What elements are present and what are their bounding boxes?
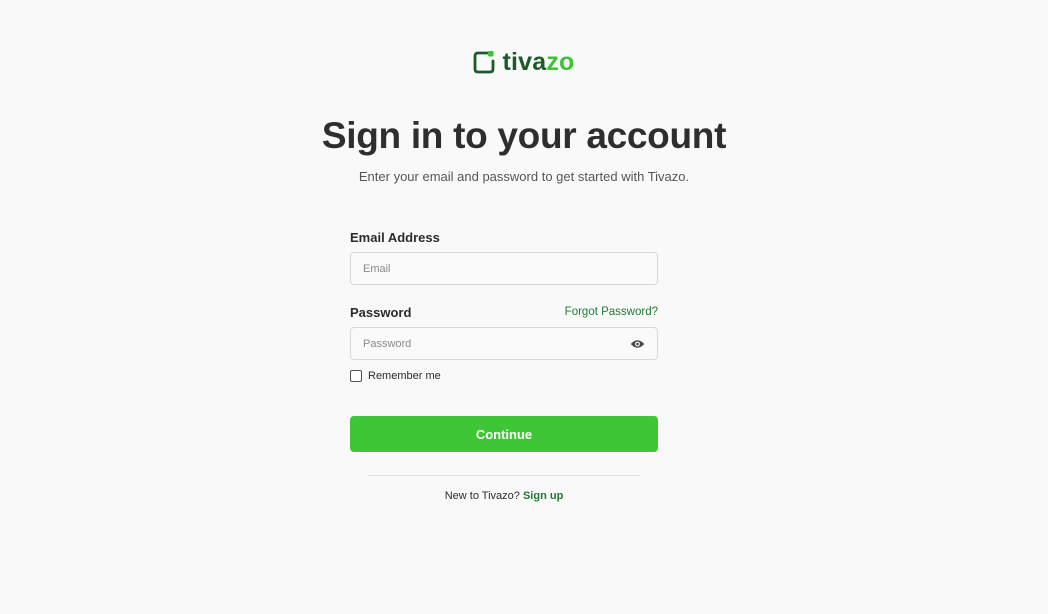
brand-name: tivazo — [502, 48, 574, 76]
password-label-row: Password Forgot Password? — [350, 303, 658, 321]
page-title: Sign in to your account — [321, 115, 727, 156]
brand-name-part-b: zo — [546, 48, 575, 76]
logo-square-icon — [474, 51, 495, 74]
remember-me-row: Remember me — [350, 369, 658, 383]
brand-name-part-a: tiva — [502, 48, 547, 76]
sign-in-page: tivazo Sign in to your account Enter you… — [0, 0, 1048, 614]
brand-logo: tivazo — [0, 48, 1048, 76]
password-label: Password — [350, 304, 412, 320]
password-input[interactable] — [351, 328, 657, 359]
page-subtitle: Enter your email and password to get sta… — [358, 169, 690, 184]
sign-in-form: Email Address Password Forgot Password? … — [350, 228, 658, 502]
eye-icon[interactable] — [630, 338, 645, 350]
password-field-wrapper — [350, 327, 658, 360]
email-input[interactable] — [351, 253, 657, 284]
email-field-wrapper — [350, 252, 658, 285]
email-label-row: Email Address — [350, 228, 658, 246]
continue-button[interactable]: Continue — [350, 416, 658, 452]
forgot-password-link[interactable]: Forgot Password? — [565, 306, 658, 318]
remember-me-label: Remember me — [368, 370, 441, 382]
signup-row: New to Tivazo? Sign up — [350, 490, 658, 502]
divider — [368, 475, 640, 476]
signup-link[interactable]: Sign up — [523, 490, 563, 502]
remember-me-checkbox[interactable] — [350, 370, 362, 382]
signup-prompt: New to Tivazo? — [444, 490, 520, 502]
email-label: Email Address — [350, 229, 440, 245]
